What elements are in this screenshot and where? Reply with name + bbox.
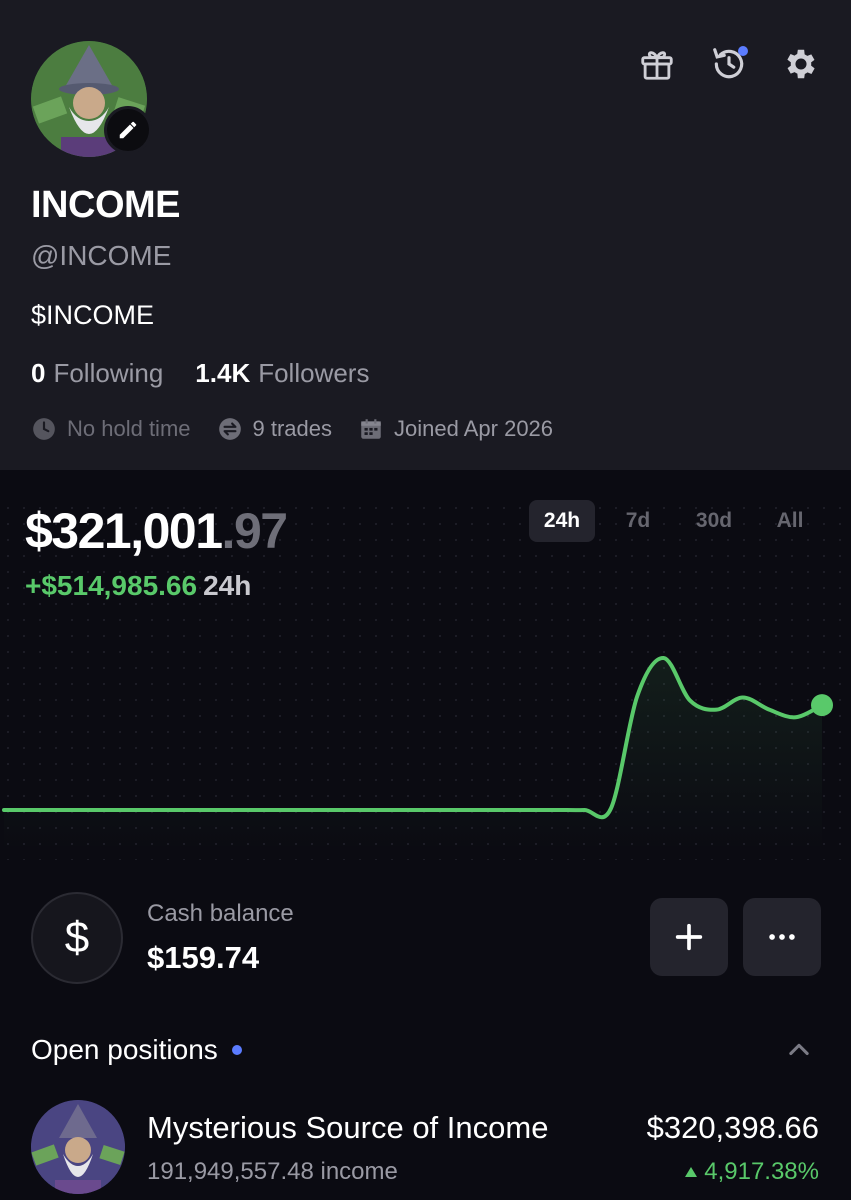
trades-text: 9 trades <box>252 416 333 441</box>
display-name: INCOME <box>31 184 181 226</box>
profile-meta: No hold time 9 trades Joined Apr 2026 <box>31 416 553 442</box>
following-label: Following <box>53 358 164 388</box>
gift-icon <box>641 51 673 80</box>
more-icon <box>769 934 795 940</box>
position-value: $320,398.66 <box>646 1110 819 1145</box>
triangle-up-icon <box>685 1167 698 1177</box>
position-change: 4,917.38% <box>684 1158 819 1186</box>
positions-indicator-dot <box>231 1045 242 1055</box>
followers-count: 1.4K <box>195 358 251 388</box>
settings-icon <box>787 49 815 79</box>
collapse-positions-button[interactable] <box>785 1036 813 1069</box>
position-quantity: 191,949,557.48 income <box>147 1158 398 1185</box>
settings-button[interactable] <box>781 44 821 84</box>
plus-icon <box>675 923 703 951</box>
change-amount: $514,985.66 <box>41 570 198 601</box>
change-sign: + <box>25 570 42 601</box>
edit-avatar-button[interactable] <box>104 106 152 154</box>
cash-balance-value: $159.74 <box>147 940 260 975</box>
portfolio-section: $321,001.97 +$514,985.66 24h 24h 7d 30d A… <box>0 470 851 1200</box>
position-name[interactable]: Mysterious Source of Income <box>147 1110 548 1146</box>
trades-count: 9 trades <box>217 416 333 442</box>
position-change-value: 4,917.38% <box>704 1158 819 1185</box>
calendar-icon <box>361 419 381 439</box>
hold-time-text: No hold time <box>67 416 191 441</box>
chart-current-point <box>811 694 833 717</box>
chart-area-fill <box>4 657 822 850</box>
header-actions <box>637 44 821 84</box>
swap-icon <box>218 418 241 440</box>
time-range-selector: 24h 7d 30d All <box>529 500 823 542</box>
portfolio-value-main: $321,001 <box>25 503 223 559</box>
user-handle: @INCOME <box>31 240 172 271</box>
followers-stat[interactable]: 1.4K Followers <box>195 358 369 389</box>
token-ticker[interactable]: $INCOME <box>31 300 154 331</box>
open-positions-header: Open positions <box>31 1034 242 1066</box>
clock-icon <box>33 418 55 440</box>
range-all[interactable]: All <box>757 500 823 542</box>
join-date: Joined Apr 2026 <box>358 416 553 442</box>
gift-button[interactable] <box>637 44 677 84</box>
open-positions-title: Open positions <box>31 1034 218 1065</box>
profile-header: INCOME @INCOME $INCOME 0 Following 1.4K Fo… <box>0 0 851 470</box>
cash-icon: $ <box>31 892 123 984</box>
more-options-button[interactable] <box>743 898 821 976</box>
chevron-up-icon <box>789 1043 809 1056</box>
range-30d[interactable]: 30d <box>681 500 747 542</box>
following-count: 0 <box>31 358 46 388</box>
pencil-icon <box>119 121 137 139</box>
cash-balance-label: Cash balance <box>147 900 294 927</box>
portfolio-value: $321,001.97 <box>25 502 289 560</box>
hold-time: No hold time <box>31 416 191 442</box>
portfolio-chart[interactable] <box>0 610 851 850</box>
change-period: 24h <box>203 570 252 601</box>
join-date-text: Joined Apr 2026 <box>394 416 554 441</box>
position-avatar[interactable] <box>31 1100 125 1194</box>
history-button[interactable] <box>709 44 749 84</box>
range-24h[interactable]: 24h <box>529 500 595 542</box>
followers-label: Followers <box>258 358 370 388</box>
following-stat[interactable]: 0 Following <box>31 358 163 389</box>
follow-stats: 0 Following 1.4K Followers <box>31 358 369 389</box>
portfolio-value-cents: .97 <box>221 503 289 559</box>
range-7d[interactable]: 7d <box>605 500 671 542</box>
portfolio-change: +$514,985.66 24h <box>25 570 251 602</box>
notification-dot <box>738 46 748 56</box>
add-cash-button[interactable] <box>650 898 728 976</box>
